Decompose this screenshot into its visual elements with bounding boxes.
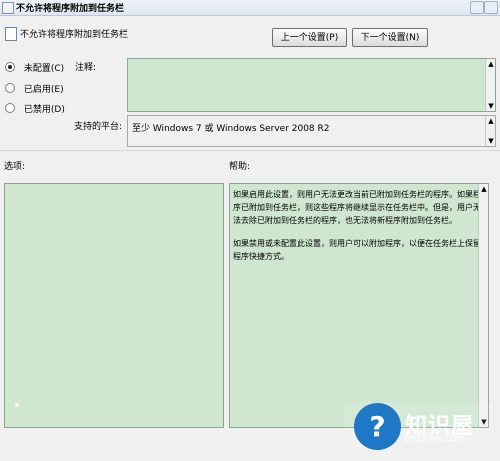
help-paragraph: 如果禁用或未配置此设置，则用户可以附加程序，以便在任务栏上保留程序快捷方式。 (233, 239, 481, 261)
supported-platform-label: 支持的平台: (74, 122, 123, 132)
comment-textarea[interactable]: ▲ ▼ (127, 58, 496, 112)
scroll-up-icon[interactable]: ▲ (480, 185, 488, 193)
decorative-dot (15, 403, 19, 407)
options-label: 选项: (4, 162, 26, 172)
window-controls (470, 1, 498, 14)
scroll-up-icon[interactable]: ▲ (487, 60, 495, 68)
comment-label: 注释: (75, 63, 97, 73)
radio-not-configured[interactable]: 未配置(C) (5, 61, 64, 75)
watermark-url: zhishiwu.com (404, 434, 465, 444)
options-pane (4, 183, 224, 428)
radio-label: 未配置(C) (23, 64, 65, 74)
scroll-down-icon[interactable]: ▼ (487, 137, 495, 145)
maximize-button[interactable] (470, 1, 484, 14)
title-bar: 不允许将程序附加到任务栏 (0, 0, 500, 16)
radio-button[interactable] (5, 83, 15, 93)
scroll-down-icon[interactable]: ▼ (487, 102, 495, 110)
supported-platform-value: 至少 Windows 7 或 Windows Server 2008 R2 (132, 124, 330, 134)
scroll-up-icon[interactable]: ▲ (487, 117, 495, 125)
help-pane: 如果启用此设置，则用户无法更改当前已附加到任务栏的程序。如果程序已附加到任务栏，… (229, 183, 489, 428)
policy-setting-icon (5, 27, 17, 41)
watermark: ? 知识屋 zhishiwu.com (344, 402, 494, 456)
question-mark-icon: ? (354, 403, 401, 450)
help-scrollbar[interactable]: ▲ ▼ (478, 184, 488, 427)
close-button[interactable] (484, 1, 498, 14)
window-icon (2, 2, 14, 14)
radio-button[interactable] (5, 103, 15, 113)
help-label: 帮助: (229, 162, 251, 172)
radio-label: 已禁用(D) (23, 105, 65, 115)
next-setting-button[interactable]: 下一个设置(N) (352, 28, 428, 47)
window-title: 不允许将程序附加到任务栏 (16, 4, 125, 14)
setting-title: 不允许将程序附加到任务栏 (20, 30, 129, 40)
radio-enabled[interactable]: 已启用(E) (5, 82, 64, 96)
platform-scrollbar[interactable]: ▲ ▼ (485, 116, 495, 146)
radio-label: 已启用(E) (23, 85, 64, 95)
radio-disabled[interactable]: 已禁用(D) (5, 102, 65, 116)
section-divider (0, 150, 500, 151)
previous-setting-button[interactable]: 上一个设置(P) (272, 28, 347, 47)
comment-scrollbar[interactable]: ▲ ▼ (485, 59, 495, 111)
help-paragraph: 如果启用此设置，则用户无法更改当前已附加到任务栏的程序。如果程序已附加到任务栏，… (233, 190, 481, 225)
radio-button[interactable] (5, 62, 15, 72)
supported-platform-box: 至少 Windows 7 或 Windows Server 2008 R2 ▲ … (127, 115, 496, 147)
